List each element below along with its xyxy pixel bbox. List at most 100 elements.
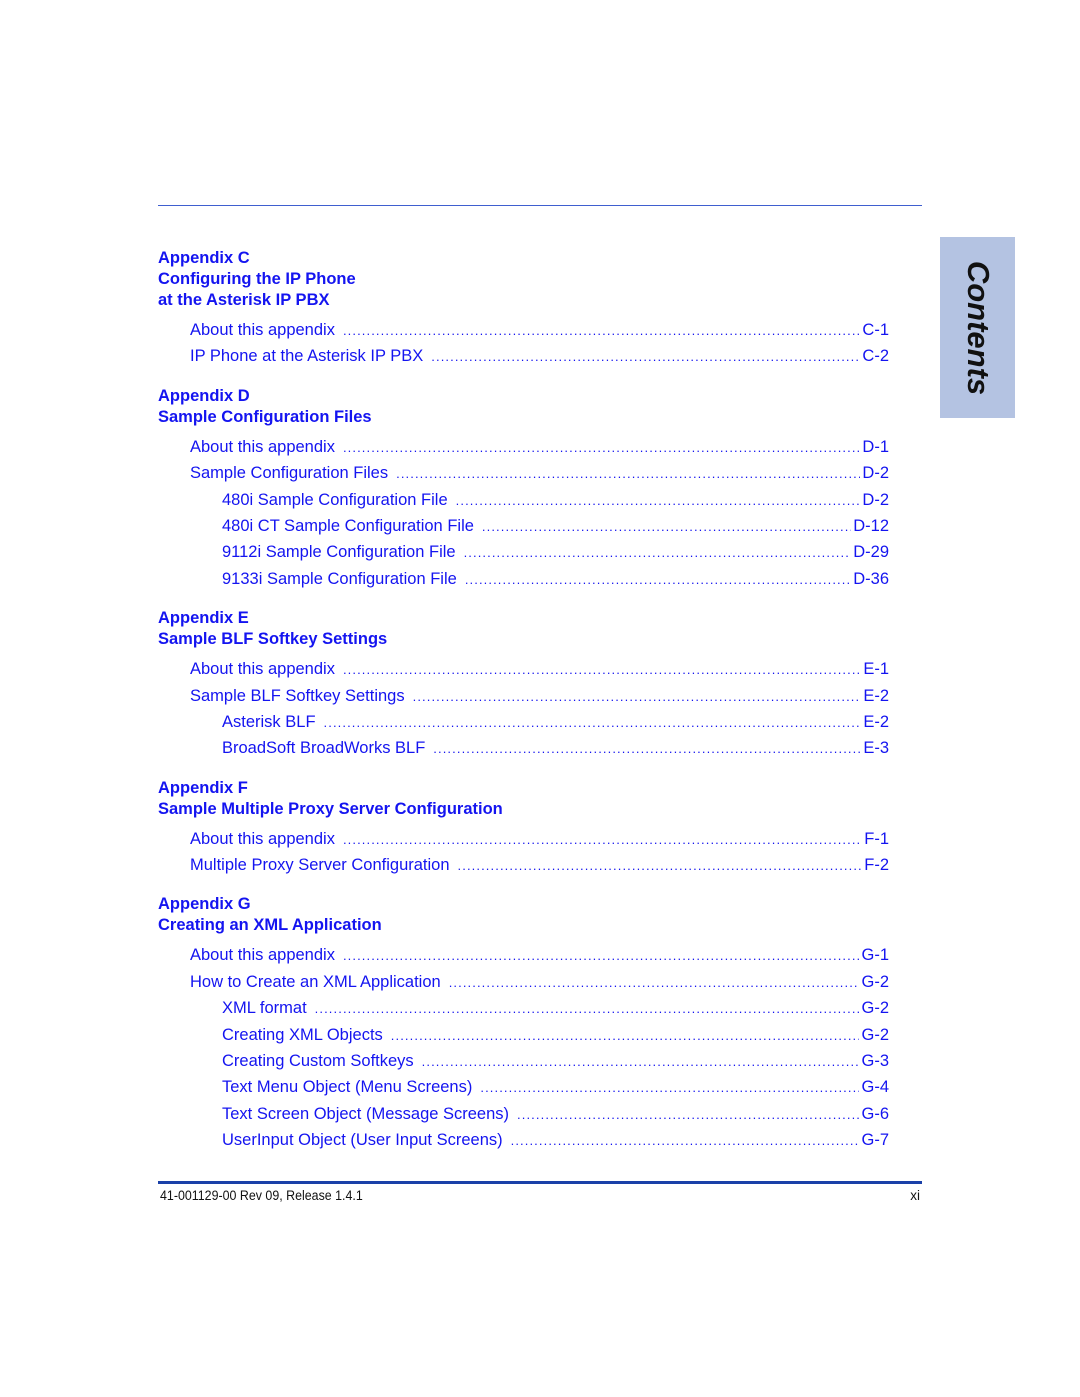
- appendix-heading[interactable]: Appendix G Creating an XML Application: [158, 894, 889, 936]
- toc-entry[interactable]: About this appendix G-1: [158, 945, 889, 971]
- toc-entry[interactable]: Text Menu Object (Menu Screens) G-4: [158, 1077, 889, 1103]
- toc-entry-title[interactable]: Creating Custom Softkeys: [222, 1051, 422, 1071]
- dot-leader: [431, 347, 860, 367]
- toc-entry[interactable]: UserInput Object (User Input Screens) G-7: [158, 1130, 889, 1156]
- appendix-label[interactable]: Appendix G: [158, 894, 889, 915]
- toc-entry-title[interactable]: About this appendix: [190, 945, 343, 965]
- toc-entry-page[interactable]: G-4: [859, 1077, 889, 1097]
- toc-entry-title[interactable]: Text Menu Object (Menu Screens): [222, 1077, 480, 1097]
- toc-entry[interactable]: About this appendix C-1: [158, 320, 889, 346]
- toc-entry-page[interactable]: F-1: [862, 829, 889, 849]
- toc-entry-title[interactable]: IP Phone at the Asterisk IP PBX: [190, 346, 431, 366]
- dot-leader: [396, 464, 860, 484]
- appendix-section: Appendix E Sample BLF Softkey Settings Abo…: [158, 608, 889, 765]
- toc-entry-page[interactable]: G-1: [859, 945, 889, 965]
- toc-entry[interactable]: About this appendix E-1: [158, 659, 889, 685]
- toc-entry-page[interactable]: G-7: [859, 1130, 889, 1150]
- appendix-section: Appendix F Sample Multiple Proxy Server C…: [158, 778, 889, 882]
- appendix-title-line[interactable]: Creating an XML Application: [158, 915, 889, 936]
- page-number: xi: [910, 1188, 920, 1203]
- side-tab-label: Contents: [960, 260, 996, 395]
- appendix-label[interactable]: Appendix E: [158, 608, 889, 629]
- dot-leader: [433, 739, 861, 759]
- toc-entry-title[interactable]: Sample Configuration Files: [190, 463, 396, 483]
- appendix-label[interactable]: Appendix D: [158, 386, 889, 407]
- toc-entry-page[interactable]: G-3: [859, 1051, 889, 1071]
- toc-entry-page[interactable]: D-36: [851, 569, 889, 589]
- appendix-title-line[interactable]: Sample BLF Softkey Settings: [158, 629, 889, 650]
- toc-entry[interactable]: 480i Sample Configuration File D-2: [158, 490, 889, 516]
- toc-entry-page[interactable]: E-2: [861, 712, 889, 732]
- toc-entry-title[interactable]: About this appendix: [190, 659, 343, 679]
- toc-entry-page[interactable]: G-2: [859, 1025, 889, 1045]
- appendix-label[interactable]: Appendix C: [158, 248, 889, 269]
- toc-entry-page[interactable]: G-2: [859, 998, 889, 1018]
- toc-entry[interactable]: Sample BLF Softkey Settings E-2: [158, 686, 889, 712]
- toc-entry[interactable]: How to Create an XML Application G-2: [158, 972, 889, 998]
- appendix-heading[interactable]: Appendix E Sample BLF Softkey Settings: [158, 608, 889, 650]
- toc-entry-page[interactable]: C-2: [860, 346, 889, 366]
- toc-entry[interactable]: Multiple Proxy Server Configuration F-2: [158, 855, 889, 881]
- dot-leader: [315, 999, 860, 1019]
- dot-leader: [343, 830, 862, 850]
- toc-entry-page[interactable]: F-2: [862, 855, 889, 875]
- toc-entry-page[interactable]: G-2: [859, 972, 889, 992]
- table-of-contents: Appendix C Configuring the IP Phone at the…: [158, 248, 889, 1170]
- toc-entry[interactable]: XML format G-2: [158, 998, 889, 1024]
- appendix-entry-list: About this appendix E-1 Sample BLF Softkey…: [158, 659, 889, 765]
- toc-entry[interactable]: BroadSoft BroadWorks BLF E-3: [158, 738, 889, 764]
- toc-entry-page[interactable]: D-12: [851, 516, 889, 536]
- toc-entry[interactable]: Creating Custom Softkeys G-3: [158, 1051, 889, 1077]
- toc-entry-page[interactable]: D-2: [860, 490, 889, 510]
- toc-entry-page[interactable]: D-2: [860, 463, 889, 483]
- appendix-title-line[interactable]: Sample Configuration Files: [158, 407, 889, 428]
- toc-entry[interactable]: About this appendix F-1: [158, 829, 889, 855]
- toc-entry[interactable]: About this appendix D-1: [158, 437, 889, 463]
- toc-entry[interactable]: Asterisk BLF E-2: [158, 712, 889, 738]
- dot-leader: [343, 321, 860, 341]
- appendix-label[interactable]: Appendix F: [158, 778, 889, 799]
- dot-leader: [413, 687, 862, 707]
- dot-leader: [464, 543, 852, 563]
- dot-leader: [422, 1052, 860, 1072]
- toc-entry-page[interactable]: E-1: [861, 659, 889, 679]
- toc-entry-title[interactable]: UserInput Object (User Input Screens): [222, 1130, 511, 1150]
- toc-entry-title[interactable]: About this appendix: [190, 320, 343, 340]
- toc-entry-title[interactable]: 9133i Sample Configuration File: [222, 569, 465, 589]
- appendix-heading[interactable]: Appendix F Sample Multiple Proxy Server C…: [158, 778, 889, 820]
- toc-entry-title[interactable]: 480i Sample Configuration File: [222, 490, 456, 510]
- toc-entry-title[interactable]: About this appendix: [190, 829, 343, 849]
- toc-entry[interactable]: 9112i Sample Configuration File D-29: [158, 542, 889, 568]
- toc-entry[interactable]: Creating XML Objects G-2: [158, 1025, 889, 1051]
- appendix-title-line[interactable]: at the Asterisk IP PBX: [158, 290, 889, 311]
- toc-entry-title[interactable]: 480i CT Sample Configuration File: [222, 516, 482, 536]
- toc-entry[interactable]: 480i CT Sample Configuration File D-12: [158, 516, 889, 542]
- dot-leader: [465, 570, 851, 590]
- appendix-title-line[interactable]: Configuring the IP Phone: [158, 269, 889, 290]
- toc-entry-title[interactable]: Sample BLF Softkey Settings: [190, 686, 413, 706]
- toc-entry[interactable]: IP Phone at the Asterisk IP PBX C-2: [158, 346, 889, 372]
- appendix-heading[interactable]: Appendix C Configuring the IP Phone at the…: [158, 248, 889, 311]
- toc-entry-title[interactable]: Multiple Proxy Server Configuration: [190, 855, 458, 875]
- toc-entry-title[interactable]: XML format: [222, 998, 315, 1018]
- appendix-title-line[interactable]: Sample Multiple Proxy Server Configurati…: [158, 799, 889, 820]
- toc-entry[interactable]: Text Screen Object (Message Screens) G-6: [158, 1104, 889, 1130]
- toc-entry-title[interactable]: BroadSoft BroadWorks BLF: [222, 738, 433, 758]
- toc-entry[interactable]: Sample Configuration Files D-2: [158, 463, 889, 489]
- toc-entry-page[interactable]: D-29: [851, 542, 889, 562]
- toc-entry-page[interactable]: E-3: [861, 738, 889, 758]
- toc-entry-title[interactable]: Asterisk BLF: [222, 712, 324, 732]
- toc-entry-page[interactable]: C-1: [860, 320, 889, 340]
- toc-entry-title[interactable]: Text Screen Object (Message Screens): [222, 1104, 517, 1124]
- toc-entry-page[interactable]: D-1: [860, 437, 889, 457]
- toc-entry-title[interactable]: About this appendix: [190, 437, 343, 457]
- toc-entry-title[interactable]: Creating XML Objects: [222, 1025, 391, 1045]
- dot-leader: [343, 946, 860, 966]
- appendix-heading[interactable]: Appendix D Sample Configuration Files: [158, 386, 889, 428]
- toc-entry-page[interactable]: G-6: [859, 1104, 889, 1124]
- toc-entry-page[interactable]: E-2: [861, 686, 889, 706]
- toc-entry[interactable]: 9133i Sample Configuration File D-36: [158, 569, 889, 595]
- toc-entry-title[interactable]: How to Create an XML Application: [190, 972, 449, 992]
- dot-leader: [482, 517, 851, 537]
- toc-entry-title[interactable]: 9112i Sample Configuration File: [222, 542, 464, 562]
